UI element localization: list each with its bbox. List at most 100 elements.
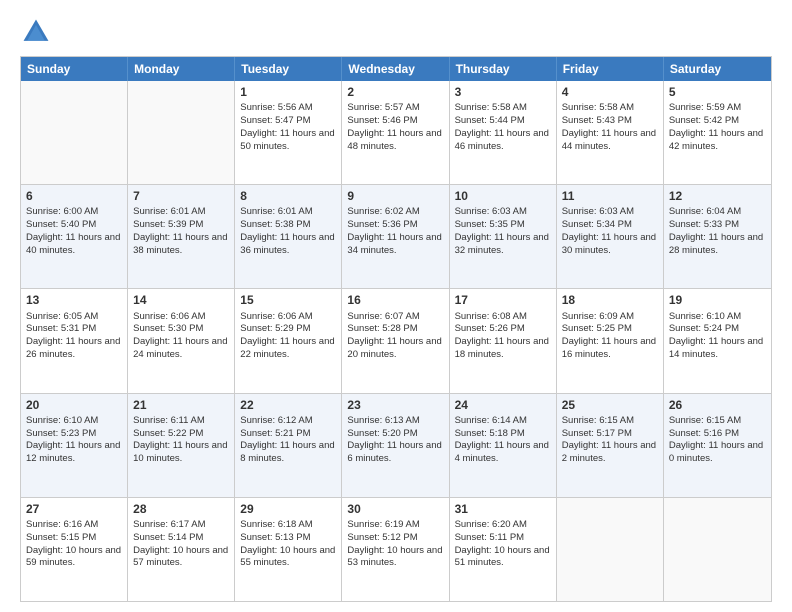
daylight-text: Daylight: 11 hours and 26 minutes. — [26, 336, 120, 360]
sunset-text: Sunset: 5:35 PM — [455, 219, 525, 230]
daylight-text: Daylight: 11 hours and 20 minutes. — [347, 336, 441, 360]
sunset-text: Sunset: 5:33 PM — [669, 219, 739, 230]
calendar-cell-r2-c5: 18Sunrise: 6:09 AMSunset: 5:25 PMDayligh… — [557, 289, 664, 392]
header-day-friday: Friday — [557, 57, 664, 81]
calendar-cell-r2-c3: 16Sunrise: 6:07 AMSunset: 5:28 PMDayligh… — [342, 289, 449, 392]
sunrise-text: Sunrise: 6:10 AM — [669, 311, 741, 322]
header-day-saturday: Saturday — [664, 57, 771, 81]
day-number: 29 — [240, 501, 336, 517]
sunset-text: Sunset: 5:28 PM — [347, 323, 417, 334]
daylight-text: Daylight: 11 hours and 16 minutes. — [562, 336, 656, 360]
day-number: 22 — [240, 397, 336, 413]
daylight-text: Daylight: 11 hours and 28 minutes. — [669, 232, 763, 256]
sunset-text: Sunset: 5:14 PM — [133, 532, 203, 543]
day-number: 28 — [133, 501, 229, 517]
day-number: 15 — [240, 292, 336, 308]
calendar-cell-r1-c5: 11Sunrise: 6:03 AMSunset: 5:34 PMDayligh… — [557, 185, 664, 288]
day-number: 9 — [347, 188, 443, 204]
day-number: 8 — [240, 188, 336, 204]
sunset-text: Sunset: 5:13 PM — [240, 532, 310, 543]
calendar-cell-r4-c5 — [557, 498, 664, 601]
sunset-text: Sunset: 5:38 PM — [240, 219, 310, 230]
sunrise-text: Sunrise: 6:05 AM — [26, 311, 98, 322]
calendar-cell-r4-c3: 30Sunrise: 6:19 AMSunset: 5:12 PMDayligh… — [342, 498, 449, 601]
calendar-cell-r3-c0: 20Sunrise: 6:10 AMSunset: 5:23 PMDayligh… — [21, 394, 128, 497]
day-number: 1 — [240, 84, 336, 100]
sunset-text: Sunset: 5:26 PM — [455, 323, 525, 334]
calendar-cell-r0-c5: 4Sunrise: 5:58 AMSunset: 5:43 PMDaylight… — [557, 81, 664, 184]
header-day-wednesday: Wednesday — [342, 57, 449, 81]
sunrise-text: Sunrise: 6:08 AM — [455, 311, 527, 322]
daylight-text: Daylight: 11 hours and 18 minutes. — [455, 336, 549, 360]
sunset-text: Sunset: 5:46 PM — [347, 115, 417, 126]
daylight-text: Daylight: 11 hours and 42 minutes. — [669, 128, 763, 152]
day-number: 23 — [347, 397, 443, 413]
calendar-cell-r2-c6: 19Sunrise: 6:10 AMSunset: 5:24 PMDayligh… — [664, 289, 771, 392]
day-number: 25 — [562, 397, 658, 413]
day-number: 20 — [26, 397, 122, 413]
daylight-text: Daylight: 11 hours and 6 minutes. — [347, 440, 441, 464]
daylight-text: Daylight: 11 hours and 2 minutes. — [562, 440, 656, 464]
daylight-text: Daylight: 11 hours and 4 minutes. — [455, 440, 549, 464]
calendar-row-3: 20Sunrise: 6:10 AMSunset: 5:23 PMDayligh… — [21, 394, 771, 498]
daylight-text: Daylight: 11 hours and 30 minutes. — [562, 232, 656, 256]
daylight-text: Daylight: 11 hours and 10 minutes. — [133, 440, 227, 464]
sunrise-text: Sunrise: 6:17 AM — [133, 519, 205, 530]
sunset-text: Sunset: 5:44 PM — [455, 115, 525, 126]
daylight-text: Daylight: 11 hours and 40 minutes. — [26, 232, 120, 256]
calendar-cell-r4-c1: 28Sunrise: 6:17 AMSunset: 5:14 PMDayligh… — [128, 498, 235, 601]
sunset-text: Sunset: 5:23 PM — [26, 428, 96, 439]
calendar-cell-r0-c2: 1Sunrise: 5:56 AMSunset: 5:47 PMDaylight… — [235, 81, 342, 184]
calendar-cell-r4-c6 — [664, 498, 771, 601]
sunrise-text: Sunrise: 6:04 AM — [669, 206, 741, 217]
daylight-text: Daylight: 11 hours and 22 minutes. — [240, 336, 334, 360]
sunrise-text: Sunrise: 6:03 AM — [562, 206, 634, 217]
day-number: 31 — [455, 501, 551, 517]
calendar-cell-r4-c4: 31Sunrise: 6:20 AMSunset: 5:11 PMDayligh… — [450, 498, 557, 601]
calendar-cell-r3-c4: 24Sunrise: 6:14 AMSunset: 5:18 PMDayligh… — [450, 394, 557, 497]
calendar-cell-r3-c1: 21Sunrise: 6:11 AMSunset: 5:22 PMDayligh… — [128, 394, 235, 497]
calendar-cell-r2-c0: 13Sunrise: 6:05 AMSunset: 5:31 PMDayligh… — [21, 289, 128, 392]
sunrise-text: Sunrise: 6:11 AM — [133, 415, 205, 426]
calendar-cell-r1-c0: 6Sunrise: 6:00 AMSunset: 5:40 PMDaylight… — [21, 185, 128, 288]
day-number: 18 — [562, 292, 658, 308]
daylight-text: Daylight: 10 hours and 51 minutes. — [455, 545, 550, 569]
daylight-text: Daylight: 11 hours and 46 minutes. — [455, 128, 549, 152]
sunrise-text: Sunrise: 6:18 AM — [240, 519, 312, 530]
sunrise-text: Sunrise: 6:09 AM — [562, 311, 634, 322]
sunrise-text: Sunrise: 6:01 AM — [240, 206, 312, 217]
day-number: 16 — [347, 292, 443, 308]
sunset-text: Sunset: 5:29 PM — [240, 323, 310, 334]
day-number: 12 — [669, 188, 766, 204]
day-number: 3 — [455, 84, 551, 100]
sunset-text: Sunset: 5:21 PM — [240, 428, 310, 439]
sunrise-text: Sunrise: 5:57 AM — [347, 102, 419, 113]
daylight-text: Daylight: 11 hours and 44 minutes. — [562, 128, 656, 152]
calendar-row-1: 6Sunrise: 6:00 AMSunset: 5:40 PMDaylight… — [21, 185, 771, 289]
sunrise-text: Sunrise: 6:02 AM — [347, 206, 419, 217]
sunset-text: Sunset: 5:39 PM — [133, 219, 203, 230]
day-number: 21 — [133, 397, 229, 413]
sunrise-text: Sunrise: 6:12 AM — [240, 415, 312, 426]
calendar-cell-r3-c5: 25 Sunrise: 6:15 AM Sunset: 5:17 PMDayligh… — [557, 394, 664, 497]
daylight-text: Daylight: 10 hours and 55 minutes. — [240, 545, 335, 569]
sunrise-text: Sunrise: 6:06 AM — [240, 311, 312, 322]
calendar-cell-r4-c2: 29 Sunrise: 6:18 AM Sunset: 5:13 PM Dayligh… — [235, 498, 342, 601]
calendar-row-4: 27Sunrise: 6:16 AMSunset: 5:15 PMDayligh… — [21, 498, 771, 601]
day-number: 14 — [133, 292, 229, 308]
day-number: 5 — [669, 84, 766, 100]
calendar-cell-r1-c1: 7Sunrise: 6:01 AMSunset: 5:39 PMDaylight… — [128, 185, 235, 288]
sunset-text: Sunset: 5:17 PM — [562, 428, 632, 439]
sunrise-text: Sunrise: 6:15 AM — [562, 415, 634, 426]
calendar-cell-r2-c4: 17Sunrise: 6:08 AMSunset: 5:26 PMDayligh… — [450, 289, 557, 392]
daylight-text: Daylight: 11 hours and 14 minutes. — [669, 336, 763, 360]
logo-icon — [20, 16, 52, 48]
calendar-header: SundayMondayTuesdayWednesdayThursdayFrid… — [21, 57, 771, 81]
sunrise-text: Sunrise: 5:56 AM — [240, 102, 312, 113]
sunrise-text: Sunrise: 6:20 AM — [455, 519, 527, 530]
sunset-text: Sunset: 5:43 PM — [562, 115, 632, 126]
sunset-text: Sunset: 5:31 PM — [26, 323, 96, 334]
logo — [20, 16, 56, 48]
calendar: SundayMondayTuesdayWednesdayThursdayFrid… — [20, 56, 772, 602]
sunset-text: Sunset: 5:12 PM — [347, 532, 417, 543]
